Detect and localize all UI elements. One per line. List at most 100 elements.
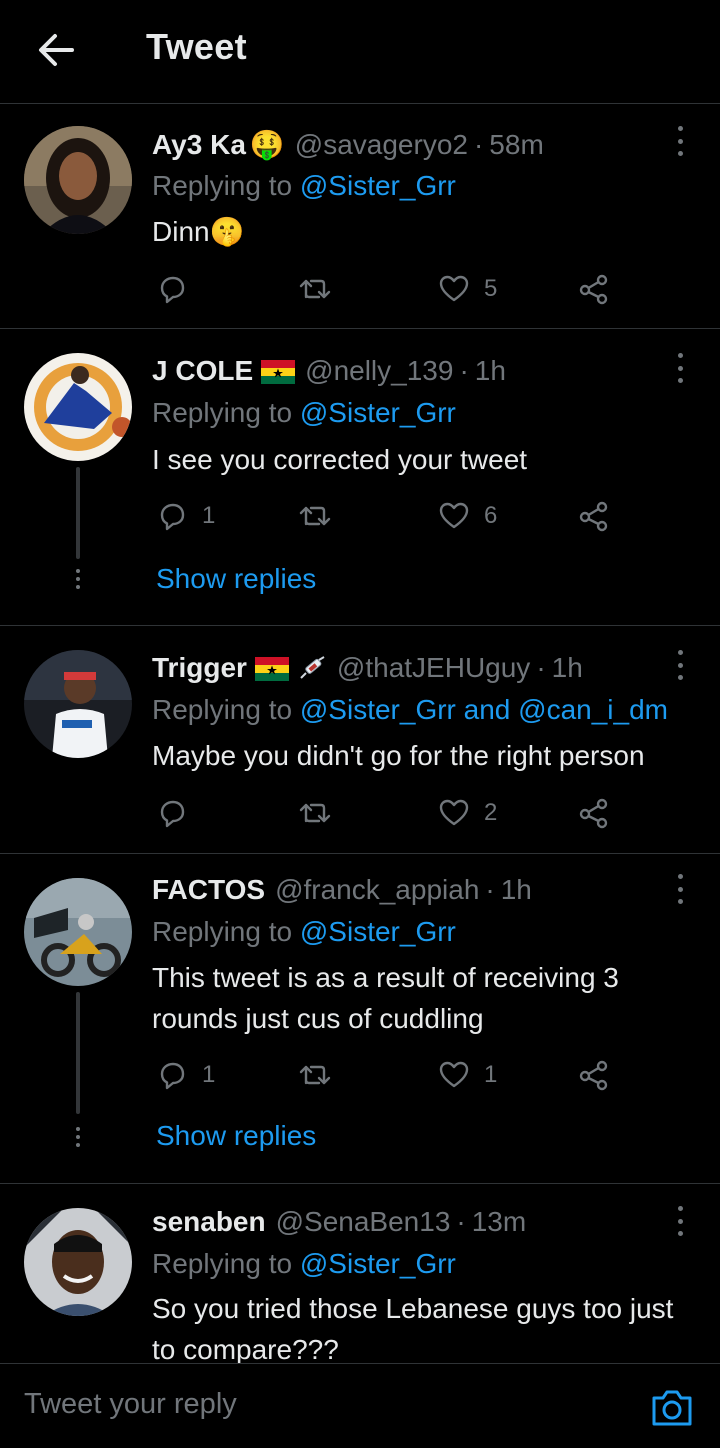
user-handle[interactable]: @SenaBen13	[276, 1206, 451, 1238]
tweet-header: J COLE @nelly_139 · 1h	[152, 355, 506, 387]
share-icon	[579, 501, 608, 532]
retweet-button[interactable]	[298, 793, 332, 833]
tweet-actions: 1 1	[152, 1055, 632, 1095]
display-name[interactable]: FACTOS	[152, 874, 265, 906]
tweet-text: I see you corrected your tweet	[152, 444, 528, 475]
reply-button[interactable]	[156, 269, 188, 309]
retweet-button[interactable]	[298, 269, 332, 309]
replying-to: Replying to @Sister_Grr	[152, 170, 456, 202]
reply-input[interactable]: Tweet your reply	[24, 1388, 237, 1421]
user-handle[interactable]: @thatJEHUguy	[337, 652, 530, 684]
share-button[interactable]	[578, 269, 610, 309]
like-count: 5	[484, 275, 498, 302]
reply-icon	[160, 1062, 185, 1090]
like-button[interactable]: 2	[438, 793, 497, 833]
thread-line	[76, 467, 80, 559]
heart-icon	[439, 275, 469, 302]
separator: ·	[536, 652, 546, 683]
share-icon	[579, 798, 608, 829]
tweet-text: Maybe you didn't go for the right person	[152, 740, 645, 771]
timestamp[interactable]: 58m	[489, 129, 543, 161]
tweet-header: FACTOS @franck_appiah · 1h	[152, 874, 532, 906]
share-button[interactable]	[578, 1055, 610, 1095]
reply-button[interactable]: 1	[156, 496, 215, 536]
tweet-actions: 5	[152, 269, 632, 309]
avatar[interactable]	[24, 1208, 132, 1316]
mention-link[interactable]: @Sister_Grr	[300, 1248, 456, 1279]
top-app-bar: Tweet	[0, 0, 720, 104]
replying-label: Replying to	[152, 170, 293, 201]
display-name[interactable]: senaben	[152, 1206, 266, 1238]
mention-link[interactable]: @Sister_Grr	[300, 170, 456, 201]
thread-dots	[74, 1127, 82, 1147]
more-options-icon[interactable]	[668, 1206, 692, 1236]
mention-link[interactable]: @Sister_Grr	[300, 397, 456, 428]
display-name[interactable]: Trigger	[152, 652, 247, 684]
reply-tweet[interactable]: Ay3 Ka 🤑 @savageryo2 · 58m Replying to @…	[0, 104, 720, 329]
money-mouth-emoji: 🤑	[249, 129, 285, 160]
reply-tweet[interactable]: Trigger @thatJEHUguy · 1h Replying to @S…	[0, 626, 720, 854]
avatar[interactable]	[24, 353, 132, 461]
replying-label: Replying to	[152, 1248, 293, 1279]
timestamp[interactable]: 1h	[475, 355, 506, 387]
reply-button[interactable]	[156, 793, 188, 833]
avatar[interactable]	[24, 126, 132, 234]
reply-tweet[interactable]: senaben @SenaBen13 · 13m Replying to @Si…	[0, 1184, 720, 1365]
retweet-icon	[299, 803, 331, 823]
user-handle[interactable]: @franck_appiah	[275, 874, 479, 906]
like-count: 1	[484, 1061, 498, 1088]
camera-icon	[652, 1390, 692, 1426]
like-button[interactable]: 6	[438, 496, 497, 536]
syringe-emoji	[297, 656, 327, 680]
back-button[interactable]	[32, 28, 80, 72]
separator: ·	[485, 874, 495, 905]
reply-tweet[interactable]: FACTOS @franck_appiah · 1h Replying to @…	[0, 854, 720, 1184]
show-replies-link[interactable]: Show replies	[156, 1120, 316, 1152]
reply-button[interactable]: 1	[156, 1055, 215, 1095]
more-options-icon[interactable]	[668, 650, 692, 680]
user-handle[interactable]: @savageryo2	[295, 129, 468, 161]
timestamp[interactable]: 1h	[501, 874, 532, 906]
reply-tweet[interactable]: J COLE @nelly_139 · 1h Replying to @Sist…	[0, 329, 720, 626]
separator: ·	[456, 1206, 466, 1237]
tweet-header: Trigger @thatJEHUguy · 1h	[152, 652, 583, 684]
heart-icon	[439, 799, 469, 826]
tweet-text: So you tried those Lebanese guys too jus…	[152, 1293, 674, 1365]
heart-icon	[439, 502, 469, 529]
mention-link[interactable]: @Sister_Grr and @can_i_dm	[300, 694, 668, 725]
more-options-icon[interactable]	[668, 126, 692, 156]
more-options-icon[interactable]	[668, 353, 692, 383]
share-button[interactable]	[578, 793, 610, 833]
retweet-icon	[299, 506, 331, 526]
replying-to: Replying to @Sister_Grr and @can_i_dm	[152, 694, 668, 726]
tweet-actions: 1 6	[152, 496, 632, 536]
tweet-actions: 2	[152, 793, 632, 833]
timestamp[interactable]: 13m	[472, 1206, 526, 1238]
replying-label: Replying to	[152, 916, 293, 947]
avatar[interactable]	[24, 650, 132, 758]
reply-icon	[160, 276, 185, 304]
user-handle[interactable]: @nelly_139	[305, 355, 453, 387]
reply-composer-bar: Tweet your reply	[0, 1363, 720, 1448]
display-name[interactable]: Ay3 Ka	[152, 129, 246, 161]
retweet-icon	[299, 1065, 331, 1085]
avatar[interactable]	[24, 878, 132, 986]
timestamp[interactable]: 1h	[552, 652, 583, 684]
like-button[interactable]: 5	[438, 269, 497, 309]
reply-icon	[160, 503, 185, 531]
thread-line	[76, 992, 80, 1114]
share-button[interactable]	[578, 496, 610, 536]
retweet-button[interactable]	[298, 496, 332, 536]
like-button[interactable]: 1	[438, 1055, 497, 1095]
replying-label: Replying to	[152, 397, 293, 428]
thread-dots	[74, 569, 82, 589]
separator: ·	[459, 355, 469, 386]
show-replies-link[interactable]: Show replies	[156, 563, 316, 595]
camera-button[interactable]	[648, 1384, 696, 1432]
display-name[interactable]: J COLE	[152, 355, 253, 387]
mention-link[interactable]: @Sister_Grr	[300, 916, 456, 947]
ghana-flag-emoji	[261, 359, 296, 384]
retweet-button[interactable]	[298, 1055, 332, 1095]
tweet-header: senaben @SenaBen13 · 13m	[152, 1206, 526, 1238]
more-options-icon[interactable]	[668, 874, 692, 904]
